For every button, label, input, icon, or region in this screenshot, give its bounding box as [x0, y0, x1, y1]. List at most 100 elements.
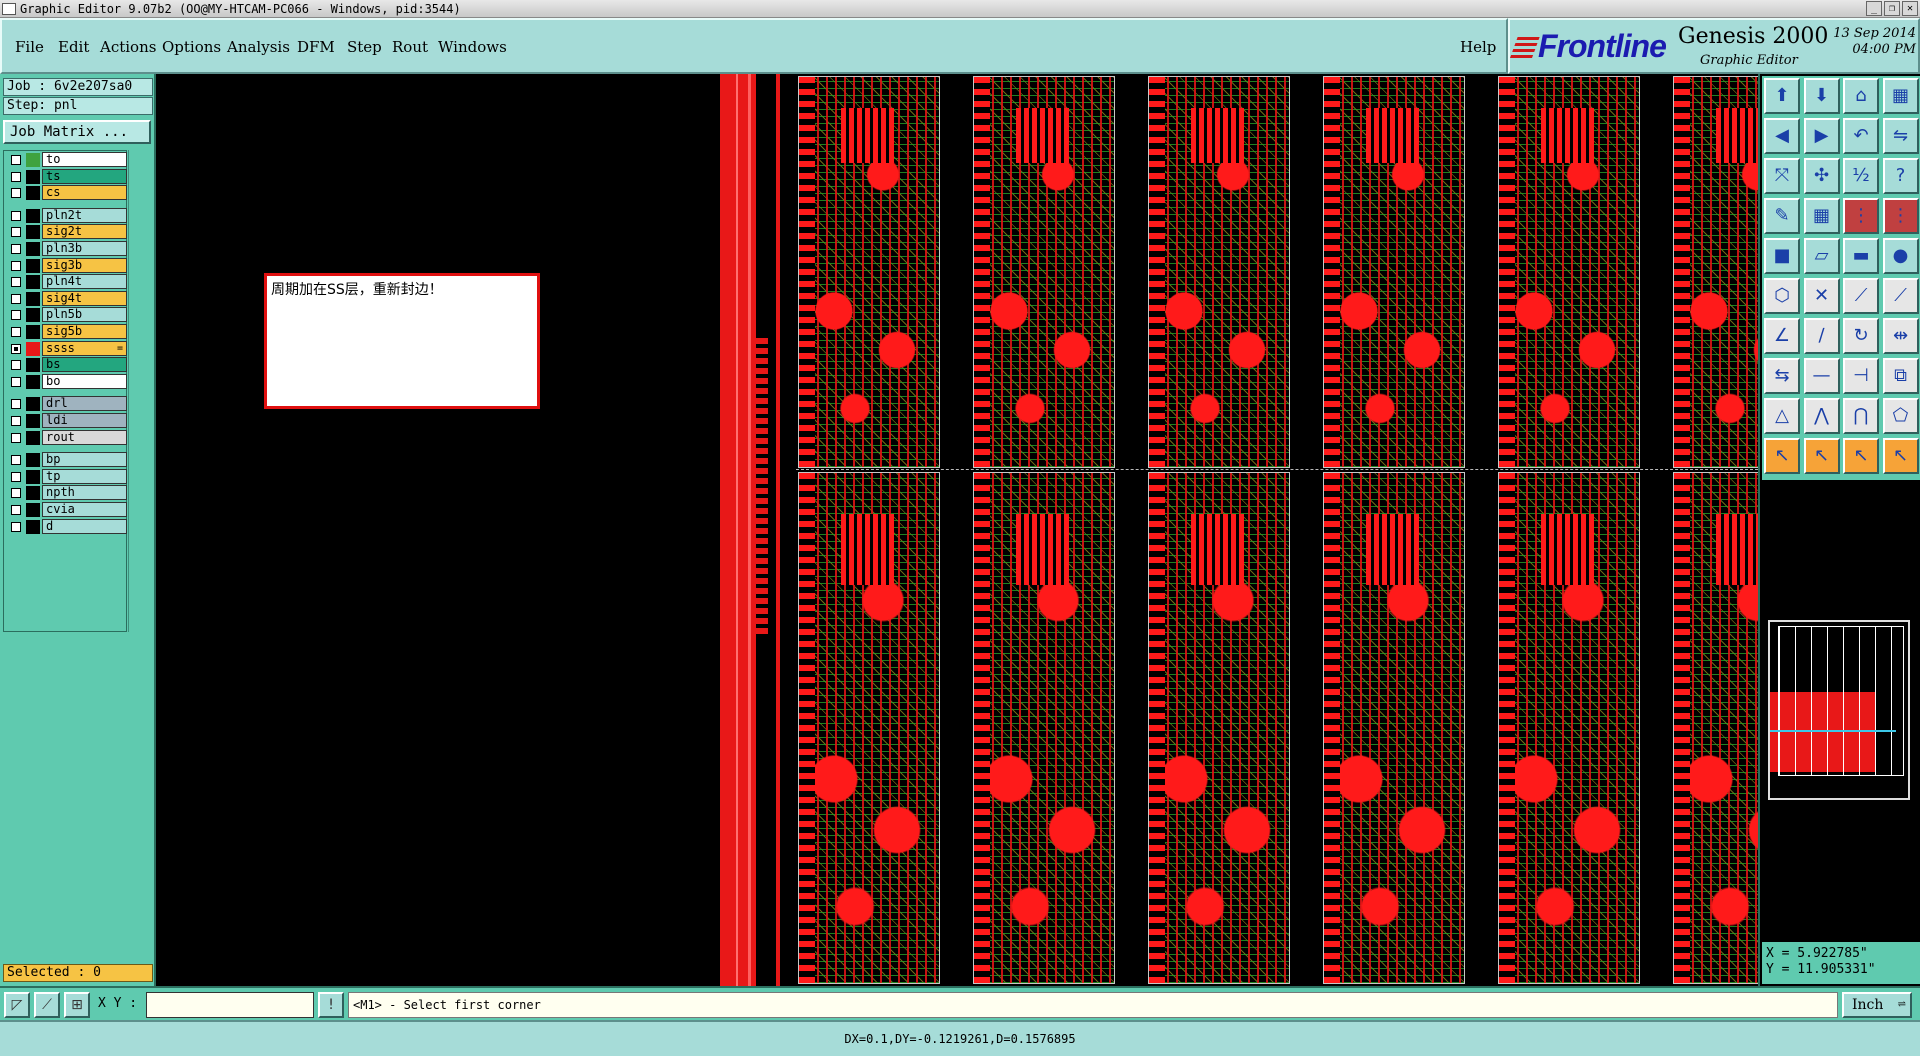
pan-right-button[interactable]: ▶: [1803, 118, 1840, 154]
layer-color-swatch[interactable]: [26, 341, 40, 356]
pointer-net-button[interactable]: ↖: [1882, 438, 1919, 474]
layer-name[interactable]: sig3b: [42, 257, 127, 273]
circle-button[interactable]: ●: [1882, 238, 1919, 274]
pointer-button[interactable]: ↖: [1764, 438, 1800, 474]
layer-name[interactable]: drl: [42, 396, 127, 412]
layer-checkbox[interactable]: [11, 432, 21, 443]
cross-button[interactable]: ✕: [1803, 278, 1840, 314]
layer-color-swatch[interactable]: [26, 374, 40, 389]
layer-name[interactable]: ldi: [42, 413, 127, 428]
layer-checkbox[interactable]: [11, 210, 21, 221]
layer-name[interactable]: pln2t: [42, 207, 127, 223]
layer-checkbox[interactable]: [11, 505, 21, 515]
layer-row-bs[interactable]: bs: [6, 357, 127, 373]
layer-name[interactable]: rout: [42, 429, 127, 445]
triangle-button[interactable]: △: [1764, 398, 1800, 434]
layer-checkbox[interactable]: [11, 293, 21, 304]
layer-name[interactable]: sig2t: [42, 224, 127, 240]
layer-color-swatch[interactable]: [26, 308, 40, 323]
layer-name[interactable]: tp: [42, 468, 127, 484]
layer-name[interactable]: ssss =: [42, 340, 127, 356]
menu-analysis[interactable]: Analysis: [227, 38, 290, 56]
layer-checkbox[interactable]: [11, 521, 21, 532]
note-box[interactable]: 周期加在SS层，重新封边！: [264, 273, 540, 409]
layer-name[interactable]: pln3b: [42, 241, 127, 256]
layer-checkbox[interactable]: [11, 360, 21, 371]
layer-checkbox[interactable]: [11, 310, 21, 321]
slash-button[interactable]: ∕: [1803, 318, 1840, 354]
measure-tool-icon[interactable]: ⟋: [34, 992, 60, 1018]
layer-color-swatch[interactable]: [26, 519, 40, 534]
layer-row-ldi[interactable]: ldi: [6, 413, 127, 428]
layer-name[interactable]: sig5b: [42, 324, 127, 339]
polygon-button[interactable]: ⬠: [1882, 398, 1919, 434]
pan-left-button[interactable]: ◀: [1764, 118, 1800, 154]
undo-step-button[interactable]: ↶: [1843, 118, 1879, 154]
layer-name[interactable]: sig4t: [42, 290, 127, 306]
arc-button[interactable]: ⋀: [1803, 398, 1840, 434]
layer-checkbox[interactable]: [11, 399, 21, 410]
layer-color-swatch[interactable]: [26, 414, 40, 428]
layer-color-swatch[interactable]: [26, 186, 40, 201]
layer-checkbox[interactable]: [11, 488, 21, 499]
layer-row-cs[interactable]: cs: [6, 185, 127, 201]
layer-checkbox[interactable]: [11, 260, 21, 271]
layer-checkbox[interactable]: [11, 376, 21, 387]
layer-checkbox[interactable]: [11, 455, 21, 466]
job-matrix-button[interactable]: Job Matrix ...: [3, 120, 151, 144]
layer-color-swatch[interactable]: [26, 275, 40, 290]
layer-row-pln4t[interactable]: pln4t: [6, 274, 127, 290]
layer-name[interactable]: to: [42, 152, 127, 167]
layer-name[interactable]: bo: [42, 373, 127, 389]
layer-row-bp[interactable]: bp: [6, 452, 127, 468]
graphic-canvas[interactable]: 周期加在SS层，重新封边！: [156, 74, 1758, 986]
slope-button[interactable]: ∠: [1764, 318, 1800, 354]
measure-button[interactable]: ✎: [1764, 198, 1800, 234]
layer-row-sig5b[interactable]: sig5b: [6, 324, 127, 339]
layer-checkbox[interactable]: [11, 227, 21, 238]
layer-row-pln2t[interactable]: pln2t: [6, 207, 127, 223]
layer-checkbox[interactable]: [11, 471, 21, 482]
layer-checkbox[interactable]: [11, 416, 21, 426]
pad-button[interactable]: ■: [1764, 238, 1800, 274]
layer-color-swatch[interactable]: [26, 503, 40, 517]
overview-map[interactable]: [1768, 620, 1910, 800]
mirror-button[interactable]: ⇹: [1882, 318, 1919, 354]
layer-color-swatch[interactable]: [26, 325, 40, 339]
layer-name[interactable]: cs: [42, 185, 127, 201]
angle-button[interactable]: ⋂: [1843, 398, 1879, 434]
minimize-icon[interactable]: _: [1866, 1, 1882, 16]
menu-windows[interactable]: Windows: [438, 38, 507, 56]
layer-name[interactable]: bs: [42, 357, 127, 373]
menu-help[interactable]: Help: [1460, 38, 1496, 56]
menu-rout[interactable]: Rout: [392, 38, 428, 56]
layer-row-ss[interactable]: ssss =: [6, 340, 127, 356]
close-icon[interactable]: ✕: [1902, 1, 1918, 16]
route-button[interactable]: ⟋: [1882, 278, 1919, 314]
layer-checkbox[interactable]: [11, 155, 21, 165]
layer-row-pln5b[interactable]: pln5b: [6, 307, 127, 323]
menu-file[interactable]: File: [15, 38, 44, 56]
layer-color-swatch[interactable]: [26, 242, 40, 256]
layer-row-cvia[interactable]: cvia: [6, 502, 127, 517]
snap-button[interactable]: ⋮: [1843, 198, 1879, 234]
layer-name[interactable]: cvia: [42, 502, 127, 517]
home-button[interactable]: ⌂: [1843, 78, 1879, 114]
layer-row-sig4t[interactable]: sig4t: [6, 290, 127, 306]
layer-name[interactable]: pln4t: [42, 274, 127, 290]
layer-row-npth[interactable]: npth: [6, 485, 127, 501]
save-button[interactable]: ⬇: [1803, 78, 1840, 114]
rotate-button[interactable]: ↻: [1843, 318, 1879, 354]
layer-row-rout[interactable]: rout: [6, 429, 127, 445]
flip-button[interactable]: ⇋: [1882, 118, 1919, 154]
zoom-center-button[interactable]: ✣: [1803, 158, 1840, 194]
layer-row-tp[interactable]: tp: [6, 468, 127, 484]
layer-color-swatch[interactable]: [26, 358, 40, 373]
snap-grid-icon[interactable]: ⊞: [64, 992, 90, 1018]
layer-row-drl[interactable]: drl: [6, 396, 127, 412]
layer-checkbox[interactable]: [11, 244, 21, 254]
layer-checkbox[interactable]: [11, 277, 21, 288]
open-button[interactable]: ⬆: [1764, 78, 1800, 114]
layer-checkbox[interactable]: [11, 343, 21, 354]
connect-button[interactable]: ⟋: [1843, 278, 1879, 314]
